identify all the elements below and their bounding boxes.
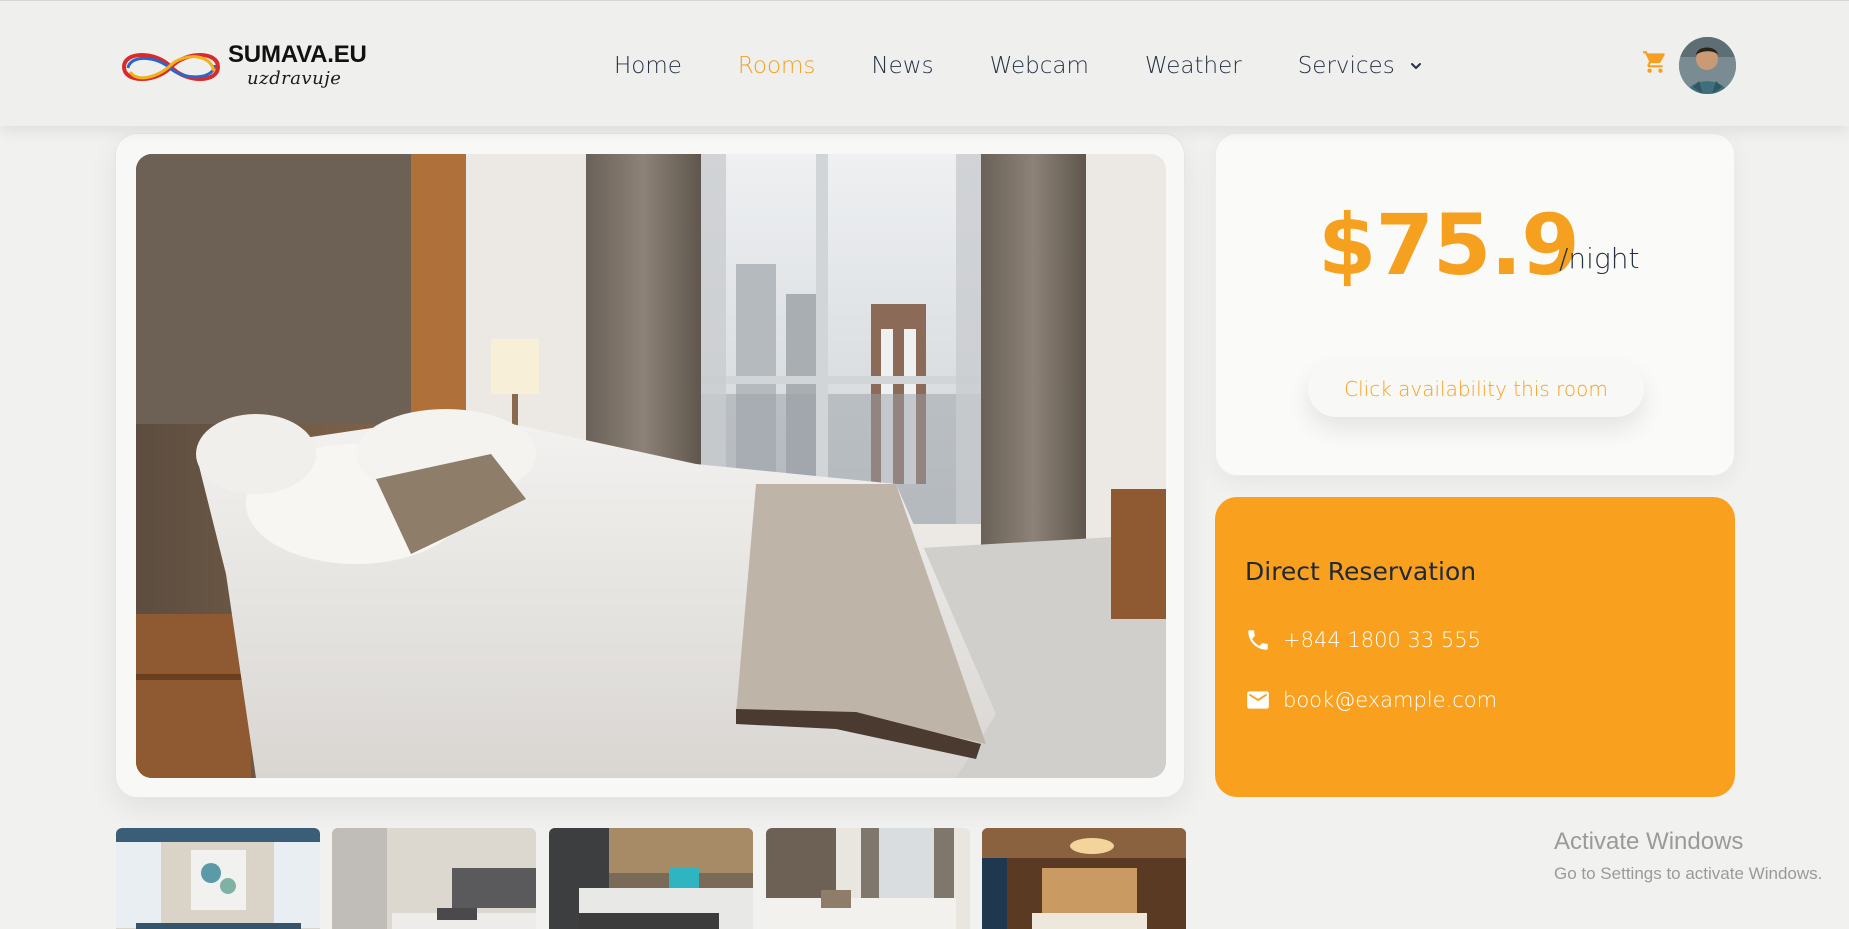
- gallery-thumbnail[interactable]: [982, 828, 1186, 929]
- nav-item-weather[interactable]: Weather: [1145, 49, 1242, 83]
- site-header: SUMAVA.EU uzdravuje Home Rooms News Webc…: [0, 0, 1849, 126]
- main-nav: Home Rooms News Webcam Weather Services: [614, 49, 1479, 83]
- room-photo-5: [982, 828, 1186, 929]
- room-photo-4: [766, 828, 970, 929]
- activate-windows-watermark: Activate Windows Go to Settings to activ…: [1554, 828, 1822, 884]
- infinity-logo-icon: [121, 53, 221, 81]
- nav-label: Rooms: [737, 53, 816, 79]
- watermark-subtitle: Go to Settings to activate Windows.: [1554, 864, 1823, 883]
- check-availability-button[interactable]: Click availability this room: [1308, 361, 1644, 417]
- nav-label: Home: [614, 53, 682, 79]
- reservation-title: Direct Reservation: [1245, 557, 1477, 586]
- user-avatar[interactable]: [1679, 37, 1736, 94]
- nav-label: Webcam: [989, 53, 1089, 79]
- reservation-phone[interactable]: +844 1800 33 555: [1245, 627, 1481, 653]
- reservation-email[interactable]: book@example.com: [1245, 687, 1497, 713]
- nav-item-news[interactable]: News: [871, 49, 933, 83]
- room-photo-1: [116, 828, 320, 929]
- nav-item-services[interactable]: Services: [1298, 49, 1423, 83]
- site-logo[interactable]: SUMAVA.EU uzdravuje: [116, 41, 367, 91]
- chevron-down-icon: [1410, 63, 1421, 69]
- price-card: $75.9 /night Click availability this roo…: [1215, 133, 1735, 476]
- gallery-thumbnail[interactable]: [766, 828, 970, 929]
- person-icon: [1679, 37, 1736, 94]
- gallery-thumbnail[interactable]: [549, 828, 753, 929]
- watermark-title: Activate Windows: [1554, 828, 1744, 855]
- room-main-photo[interactable]: [136, 154, 1166, 778]
- nav-item-webcam[interactable]: Webcam: [990, 49, 1089, 83]
- phone-icon: [1248, 630, 1268, 650]
- nav-item-home[interactable]: Home: [614, 49, 682, 83]
- brand-name: SUMAVA.EU: [228, 41, 367, 68]
- bedroom-image: [136, 154, 1166, 778]
- brand-tagline: uzdravuje: [247, 68, 342, 89]
- gallery-thumbnail[interactable]: [116, 828, 320, 929]
- gallery-thumbnail[interactable]: [332, 828, 536, 929]
- direct-reservation-card: Direct Reservation +844 1800 33 555 book…: [1215, 497, 1735, 797]
- cart-icon[interactable]: [1642, 49, 1668, 75]
- nav-label: Services: [1297, 53, 1395, 79]
- mail-icon: [1247, 691, 1269, 709]
- room-photo-3: [549, 828, 753, 929]
- nav-label: News: [871, 53, 934, 79]
- email-address: book@example.com: [1283, 688, 1498, 712]
- room-price: $75.9: [1318, 196, 1580, 294]
- room-gallery-main: [115, 133, 1185, 798]
- room-photo-2: [332, 828, 536, 929]
- nav-item-rooms[interactable]: Rooms: [738, 49, 815, 83]
- nav-label: Weather: [1144, 53, 1242, 79]
- phone-number: +844 1800 33 555: [1283, 628, 1481, 652]
- price-unit: /night: [1559, 242, 1640, 275]
